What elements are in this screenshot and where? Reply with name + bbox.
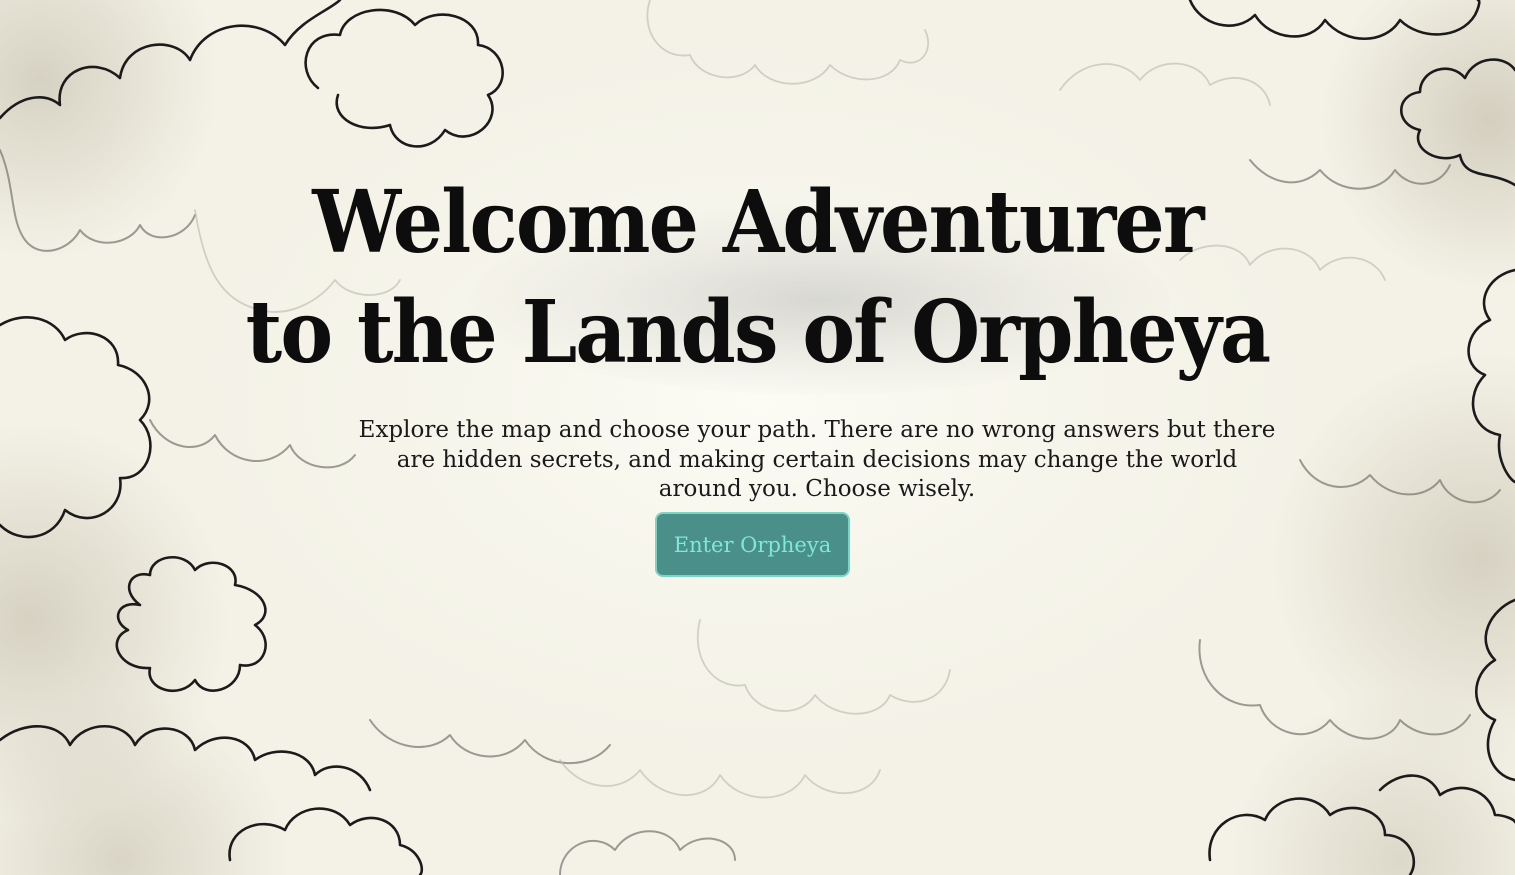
enter-orpheya-button[interactable]: Enter Orpheya [655,512,850,577]
cloud-bottom-left [0,724,372,792]
cloud-bottom-center-3 [559,830,736,875]
title-line-1: Welcome Adventurer [312,172,1204,273]
cloud-bottom-right-4 [1378,774,1515,824]
cloud-left-small [115,555,267,693]
cloud-bottom-right [1474,598,1515,782]
title-line-2: to the Lands of Orpheya [245,282,1272,383]
cloud-top-left [0,0,342,120]
cloud-right-faint [1059,62,1271,106]
cloud-bottom-right-3 [1208,797,1416,875]
cloud-bottom-left-2 [228,807,424,875]
page-title: Welcome Adventurer to the Lands of Orphe… [61,168,1455,388]
cloud-right-mid-2 [1299,459,1501,504]
cloud-right-upper [1400,58,1515,187]
intro-description: Explore the map and choose your path. Th… [358,417,1276,502]
cloud-top-right [1188,0,1481,40]
cloud-left-inner [149,419,356,469]
cloud-top-center [646,0,930,85]
cloud-top-left-2 [304,8,504,148]
cloud-bottom-center-2 [559,759,881,799]
cloud-bottom-center-left [369,719,611,765]
cloud-right-mid [1467,268,1515,484]
cloud-bottom-right-2 [1198,639,1471,740]
cloud-bottom-center [696,619,951,715]
